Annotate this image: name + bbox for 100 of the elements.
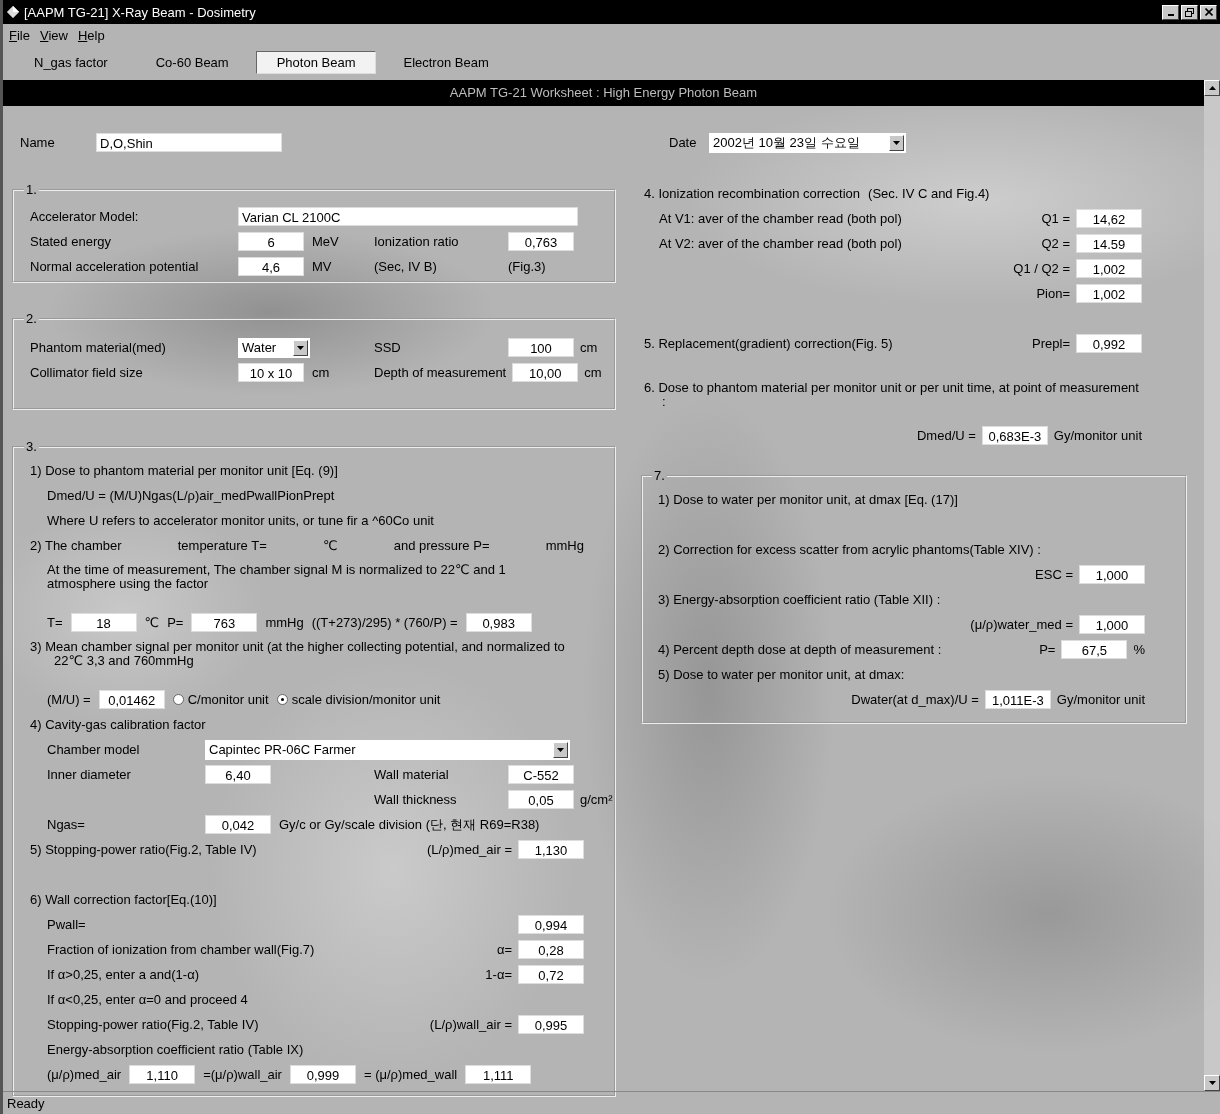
field-label: Depth of measurement [374,365,507,380]
input-field[interactable]: 0,994 [518,915,584,934]
field-label: Q2 = [1041,236,1070,251]
input-field[interactable]: 763 [191,613,258,632]
field-label: g/cm² [580,792,614,807]
input-field[interactable]: 1,000 [1079,565,1145,584]
tab[interactable]: Co-60 Beam [134,50,250,74]
restore-icon [1185,7,1194,17]
menu-item[interactable]: Help [77,27,105,43]
input-field[interactable]: 67,5 [1061,640,1128,659]
dropdown[interactable]: 2002년 10월 23일 수요일 [709,132,906,153]
text-field[interactable]: Varian CL 2100C [238,207,578,226]
field-label: mmHg [545,538,584,553]
field-label: ESC = [1035,567,1073,582]
field-label: α= [496,942,512,957]
field-label: T= [47,615,63,630]
field-label: Pion= [1036,286,1070,301]
field-label: Q1 = [1041,211,1070,226]
field-label: 2) The chamber [30,538,122,553]
field-label: Energy-absorption coefficient ratio (Table IX) [47,1042,304,1057]
worksheet-banner: AAPM TG-21 Worksheet : High Energy Photon Beam [3,80,1204,106]
input-field[interactable]: 0,683E-3 [981,426,1048,445]
input-field[interactable]: C-552 [508,765,574,784]
radio-button[interactable] [172,694,184,705]
input-field[interactable]: 0,983 [465,613,532,632]
field-label: Wall thickness [374,792,458,807]
input-field[interactable]: 6,40 [205,765,271,784]
section-number: 7. [653,468,666,483]
minimize-button[interactable] [1162,4,1179,20]
field-label: ((T+273)/295) * (760/P) = [311,615,458,630]
field-label: 3) Energy-absorption coefficient ratio (Table XII) : [658,592,941,607]
field-label: Ngas= [47,817,86,832]
field-label: 4) Cavity-gas calibration factor [30,717,206,732]
input-field[interactable]: 1,111 [465,1065,532,1084]
input-field[interactable]: 1,110 [129,1065,196,1084]
field-label: 2) Correction for excess scatter from acrylic phantoms(Table XIV) : [658,542,1041,557]
field-label: (Fig.3) [508,259,547,274]
tab[interactable]: Electron Beam [382,50,510,74]
input-field[interactable]: 0,01462 [98,690,165,709]
menu-item[interactable]: File [9,27,30,43]
menu-item[interactable]: View [39,27,68,43]
field-label: (L/ρ)wall_air = [429,1017,512,1032]
dropdown[interactable]: Capintec PR-06C Farmer [205,739,570,760]
input-field[interactable]: 0,042 [205,815,271,834]
scroll-down-button[interactable] [1204,1075,1220,1091]
dropdown-button[interactable] [553,741,568,758]
input-field[interactable]: 0,72 [518,965,584,984]
input-field[interactable]: 1,130 [518,840,584,859]
input-field[interactable]: 1,000 [1079,615,1145,634]
input-field[interactable]: 0,992 [1076,334,1142,353]
tab[interactable]: N_gas factor [13,50,129,74]
field-label: Stated energy [30,234,112,249]
input-field[interactable]: 1,011E-3 [984,690,1051,709]
maximize-button[interactable] [1181,4,1198,20]
dropdown-button[interactable] [889,134,904,151]
field-label: (μ/ρ)med_air [47,1067,122,1082]
dropdown[interactable]: Water [238,337,310,358]
scroll-up-button[interactable] [1204,80,1220,96]
input-field[interactable]: 0,28 [518,940,584,959]
input-field[interactable]: 1,002 [1076,259,1142,278]
field-label: =(μ/ρ)wall_air [203,1067,282,1082]
input-field[interactable]: 14.59 [1076,234,1142,253]
scrollbar[interactable] [1204,80,1220,1091]
field-label: P= [1039,642,1056,657]
close-icon [1204,8,1213,16]
dropdown-button[interactable] [293,339,308,356]
input-field[interactable]: 6 [238,232,304,251]
input-field[interactable]: 14,62 [1076,209,1142,228]
radio-option[interactable]: C/monitor unit [172,692,269,707]
field-label: Prepl= [1032,336,1070,351]
input-field[interactable]: 18 [70,613,137,632]
input-field[interactable]: 0,05 [508,790,574,809]
radio-option[interactable]: scale division/monitor unit [276,692,441,707]
diamond-icon [6,5,20,19]
close-button[interactable] [1200,4,1217,20]
field-label: If α>0,25, enter a and(1-α) [47,967,199,982]
field-label: Fraction of ionization from chamber wall(Fig.7) [47,942,315,957]
field-label: 5) Stopping-power ratio(Fig.2, Table IV) [30,842,257,857]
field-label: Inner diameter [47,767,132,782]
status-text: Ready [7,1095,45,1111]
field-label: 5. Replacement(gradient) correction(Fig. 5) [644,336,893,351]
field-label: ℃ [144,615,160,630]
input-field[interactable]: 100 [508,338,574,357]
input-field[interactable]: 4,6 [238,257,304,276]
field-label: At V1: aver of the chamber read (both pol) [659,211,902,226]
field-label: ℃ [322,538,338,553]
field-label: cm [584,365,603,380]
input-field[interactable]: 0,999 [289,1065,356,1084]
field-label: (Sec. IV C and Fig.4) [868,186,990,201]
input-field[interactable]: 10 x 10 [238,363,304,382]
input-field[interactable]: 0,763 [508,232,574,251]
field-label: mmHg [265,615,304,630]
field-label: cm [312,365,331,380]
input-field[interactable]: 1,002 [1076,284,1142,303]
input-field[interactable]: 10,00 [512,363,579,382]
input-field[interactable]: 0,995 [518,1015,584,1034]
radio-button[interactable] [276,694,288,705]
field-label: Gy/c or Gy/scale division (단, 현재 R69=R38) [279,815,541,834]
text-field[interactable]: D,O,Shin [96,133,282,152]
tab[interactable]: Photon Beam [255,50,377,74]
